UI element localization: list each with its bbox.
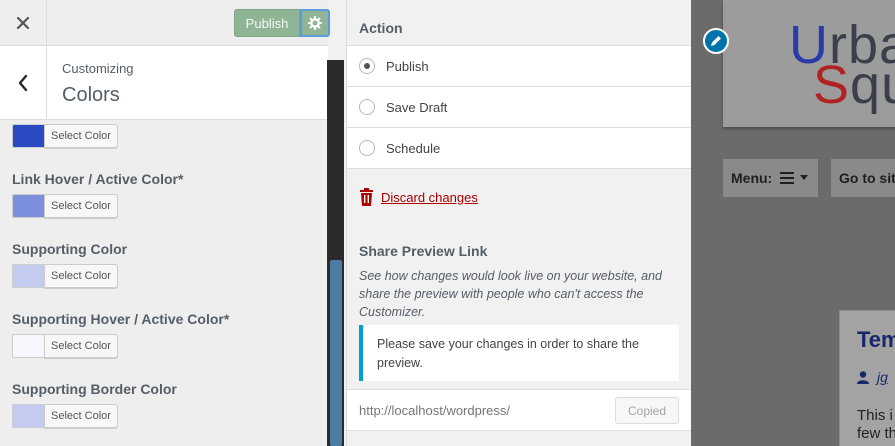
control-label: Supporting Color (12, 241, 128, 257)
radio-label: Publish (386, 58, 429, 74)
scrollbar-thumb[interactable] (330, 260, 342, 446)
radio-option-schedule[interactable]: Schedule (347, 127, 692, 169)
hamburger-icon (780, 172, 795, 184)
post-excerpt-line2: few th (857, 425, 895, 442)
preview-link-row: http://localhost/wordpress/ Copied (347, 389, 692, 431)
color-control-supporting-border: Select Color (12, 404, 118, 428)
radio-label: Schedule (386, 140, 441, 156)
color-control-supporting: Select Color (12, 264, 118, 288)
publish-settings-button[interactable] (300, 9, 330, 37)
section-title: Colors (62, 84, 120, 106)
color-control-supporting-hover: Select Color (12, 334, 118, 358)
publish-button[interactable]: Publish (234, 9, 300, 37)
control-label: Link Hover / Active Color* (12, 171, 184, 187)
radio-button[interactable] (359, 99, 375, 115)
post-excerpt-line1: This i (857, 407, 893, 424)
save-notice: Please save your changes in order to sha… (359, 325, 679, 381)
radio-selected-dot (364, 63, 370, 69)
customizer-sidebar: Publish Customizing Colors Select Color … (0, 0, 330, 446)
radio-label: Save Draft (386, 99, 448, 115)
preview-url[interactable]: http://localhost/wordpress/ (359, 403, 510, 418)
color-control-link-hover: Select Color (12, 194, 118, 218)
action-heading: Action (359, 20, 403, 36)
close-icon (16, 16, 30, 30)
menu-label: Menu: (731, 170, 773, 186)
color-control-primary: Select Color (12, 124, 118, 148)
discard-changes-link[interactable]: Discard changes (359, 188, 478, 206)
select-color-button[interactable]: Select Color (44, 334, 118, 358)
site-preview[interactable]: Urban Squa Menu: Go to sit Tem jg This i… (691, 0, 895, 446)
radio-button[interactable] (359, 140, 375, 156)
back-button[interactable] (0, 46, 47, 120)
caret-down-icon (800, 175, 809, 180)
author-link[interactable]: jg (877, 369, 888, 385)
color-swatch[interactable] (12, 194, 44, 218)
color-swatch[interactable] (12, 404, 44, 428)
color-controls-list: Select Color Link Hover / Active Color* … (0, 121, 327, 446)
copy-link-button[interactable]: Copied (615, 397, 679, 424)
select-color-button[interactable]: Select Color (44, 124, 118, 148)
share-preview-heading: Share Preview Link (359, 243, 488, 259)
select-color-button[interactable]: Select Color (44, 404, 118, 428)
color-swatch[interactable] (12, 124, 44, 148)
radio-button[interactable] (359, 58, 375, 74)
control-label: Supporting Border Color (12, 381, 177, 397)
breadcrumb: Customizing (62, 61, 134, 76)
customizer-header: Publish (0, 0, 330, 46)
gear-icon (308, 16, 322, 30)
user-icon (857, 370, 869, 384)
publish-settings-panel: Action Publish Save Draft Schedule Disca… (346, 0, 692, 446)
edit-shortcut-button[interactable] (703, 28, 729, 54)
post-title[interactable]: Tem (857, 327, 895, 353)
share-preview-description: See how changes would look live on your … (359, 269, 662, 319)
trash-icon (360, 188, 373, 206)
go-to-site-button[interactable]: Go to sit (831, 159, 895, 197)
select-color-button[interactable]: Select Color (44, 264, 118, 288)
chevron-left-icon (18, 74, 28, 92)
post-card: Tem jg This i few th (839, 310, 895, 446)
section-header: Customizing Colors (0, 46, 328, 120)
radio-option-publish[interactable]: Publish (347, 45, 692, 86)
discard-changes-label[interactable]: Discard changes (381, 190, 478, 205)
menu-toggle[interactable]: Menu: (723, 159, 818, 197)
select-color-button[interactable]: Select Color (44, 194, 118, 218)
pencil-icon (711, 36, 721, 46)
color-swatch[interactable] (12, 264, 44, 288)
close-button[interactable] (0, 0, 47, 46)
radio-option-save-draft[interactable]: Save Draft (347, 86, 692, 127)
color-swatch[interactable] (12, 334, 44, 358)
site-logo-line2: Squa (813, 55, 895, 115)
post-author: jg (857, 369, 888, 385)
preview-site-header: Urban Squa (723, 0, 895, 127)
control-label: Supporting Hover / Active Color* (12, 311, 230, 327)
